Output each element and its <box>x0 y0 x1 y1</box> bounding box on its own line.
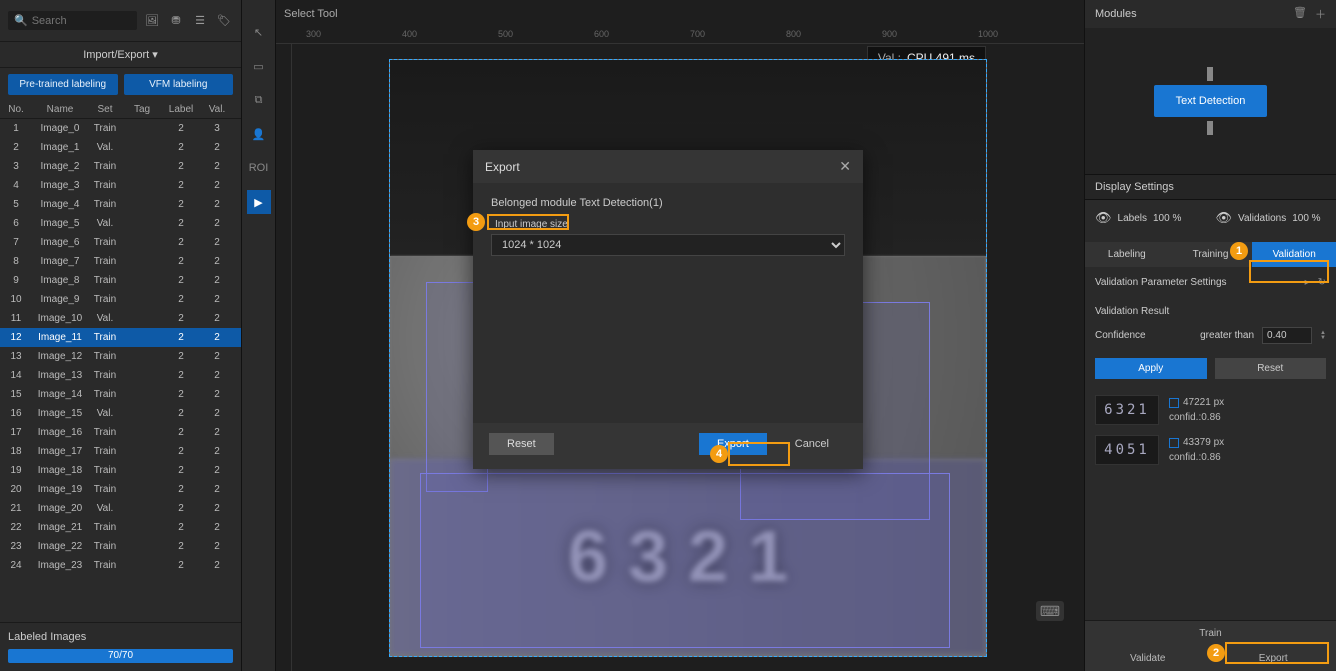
callout-num-1: 1 <box>1230 242 1248 260</box>
dialog-reset-button[interactable]: Reset <box>489 433 554 455</box>
dialog-title: Export <box>485 160 520 174</box>
dialog-overlay: Export ✕ Belonged module Text Detection(… <box>0 0 1336 671</box>
belonged-module-label: Belonged module Text Detection(1) <box>491 197 845 209</box>
callout-num-3: 3 <box>467 213 485 231</box>
callout-num-2: 2 <box>1207 644 1225 662</box>
dialog-cancel-button[interactable]: Cancel <box>777 433 847 455</box>
export-dialog: Export ✕ Belonged module Text Detection(… <box>473 150 863 469</box>
input-image-size-label: Input image size <box>491 217 572 232</box>
input-image-size-select[interactable]: 1024 * 1024 <box>491 234 845 256</box>
close-icon[interactable]: ✕ <box>839 158 851 175</box>
callout-num-4: 4 <box>710 445 728 463</box>
